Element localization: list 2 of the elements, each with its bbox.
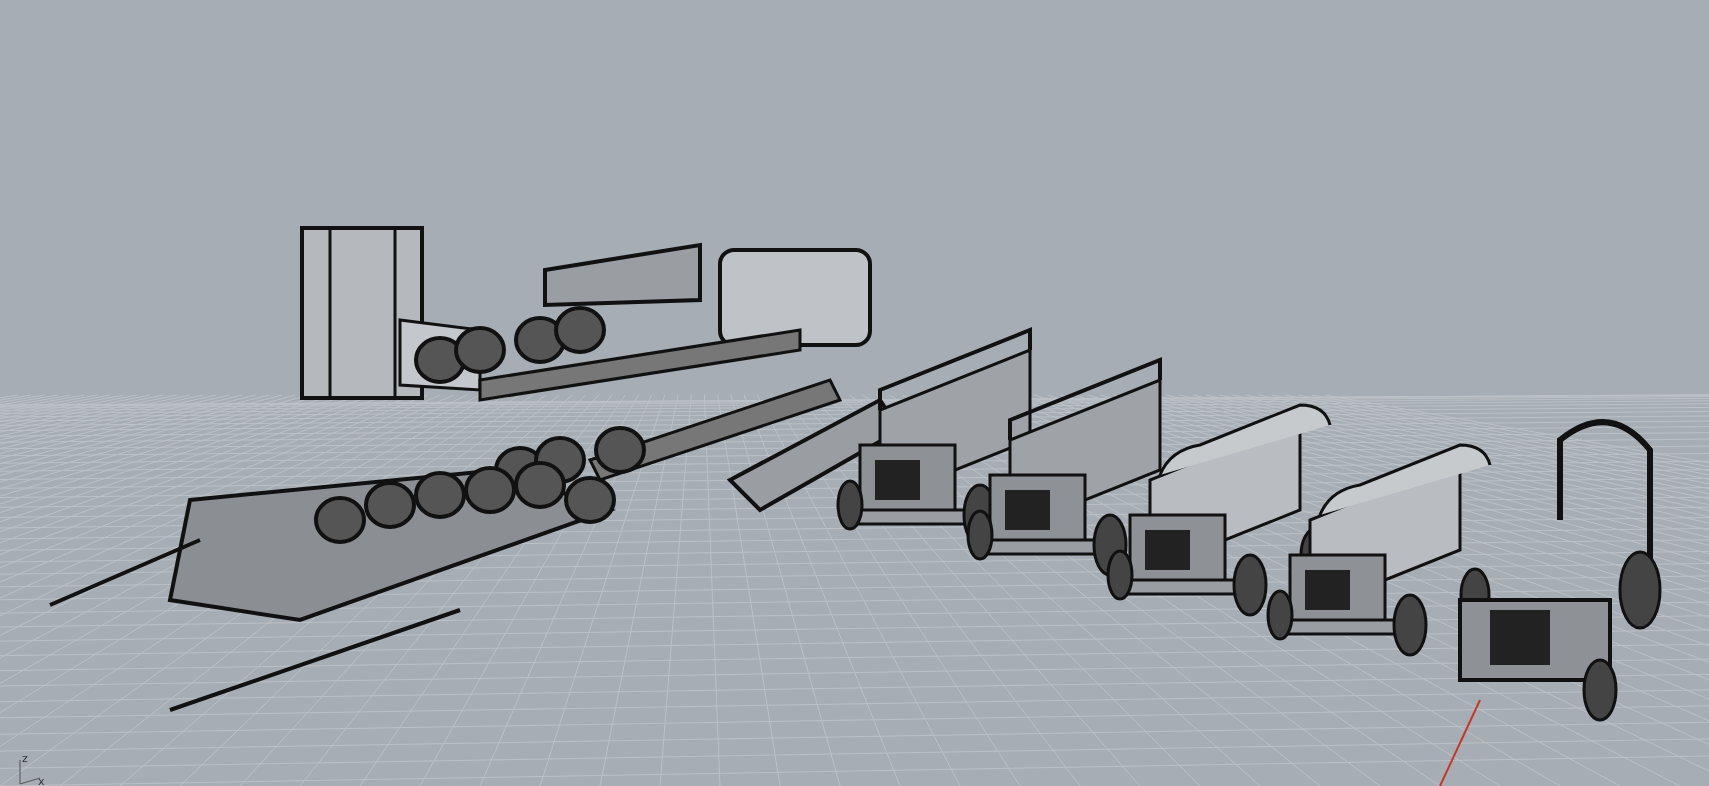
axis-label: x [38,775,45,786]
axis-label: z [22,752,28,765]
